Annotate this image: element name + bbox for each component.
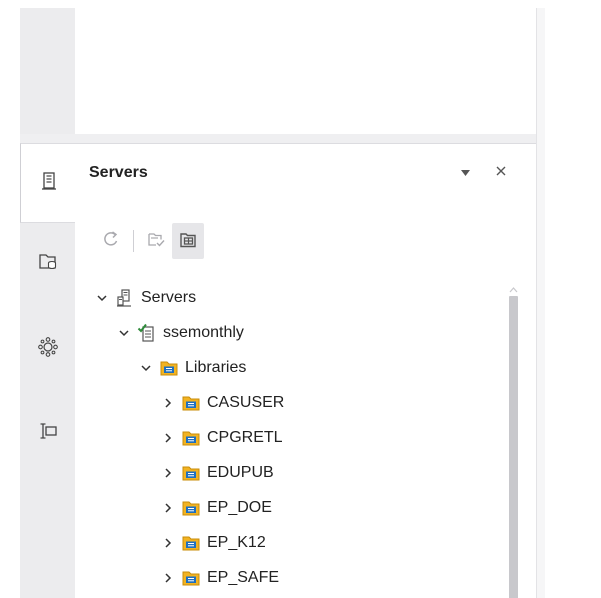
chevron-down-icon[interactable] bbox=[139, 361, 153, 375]
servers-toolbar bbox=[95, 223, 204, 259]
chevron-right-icon[interactable] bbox=[161, 571, 175, 585]
tree-node-library[interactable]: EP_K12 bbox=[161, 530, 266, 556]
chevron-down-icon[interactable] bbox=[95, 291, 109, 305]
close-icon bbox=[496, 163, 506, 181]
dropdown-triangle-icon bbox=[460, 164, 470, 182]
rail-tab-snippets[interactable] bbox=[20, 309, 75, 389]
tree-node-library[interactable]: EP_SAFE bbox=[161, 565, 279, 591]
refresh-icon bbox=[101, 229, 121, 254]
tree-node-library[interactable]: EP_DOE bbox=[161, 495, 272, 521]
servers-panel: Servers Servers ssemonthly Libraries CAS… bbox=[75, 143, 536, 598]
tree-label: ssemonthly bbox=[163, 324, 244, 341]
top-empty-panel bbox=[75, 8, 536, 134]
library-icon bbox=[181, 533, 201, 553]
sas-studio-window: Servers Servers ssemonthly Libraries CAS… bbox=[0, 0, 601, 598]
disconnect-button[interactable] bbox=[140, 223, 172, 259]
pane-splitter[interactable] bbox=[20, 134, 536, 143]
tree-label: EP_K12 bbox=[207, 534, 266, 551]
tree-label: EP_DOE bbox=[207, 499, 272, 516]
chevron-right-icon[interactable] bbox=[161, 536, 175, 550]
libraries-icon bbox=[159, 358, 179, 378]
right-pane-strip bbox=[537, 8, 545, 598]
panel-close-button[interactable] bbox=[493, 164, 509, 180]
chevron-right-icon[interactable] bbox=[161, 396, 175, 410]
tree-label: Libraries bbox=[185, 359, 247, 376]
toolbar-separator bbox=[133, 230, 134, 252]
rail-tab-servers[interactable] bbox=[20, 143, 76, 223]
tree-scrollbar-thumb[interactable] bbox=[509, 296, 518, 598]
chevron-right-icon[interactable] bbox=[161, 431, 175, 445]
library-properties-icon bbox=[178, 229, 198, 254]
tree-label: EDUPUB bbox=[207, 464, 274, 481]
tree-label: EP_SAFE bbox=[207, 569, 280, 586]
chevron-down-icon[interactable] bbox=[117, 326, 131, 340]
library-icon bbox=[181, 428, 201, 448]
library-icon bbox=[181, 498, 201, 518]
panel-title: Servers bbox=[89, 164, 148, 181]
tree-node-servers[interactable]: Servers bbox=[95, 285, 196, 311]
text-field-icon bbox=[37, 420, 59, 447]
servers-root-icon bbox=[115, 288, 135, 308]
disconnect-icon bbox=[146, 229, 166, 254]
server-icon bbox=[38, 170, 60, 197]
library-icon bbox=[181, 463, 201, 483]
library-properties-button[interactable] bbox=[172, 223, 204, 259]
tree-node-library[interactable]: CASUSER bbox=[161, 390, 284, 416]
library-folder-icon bbox=[37, 250, 59, 277]
top-sidebar-rail bbox=[20, 8, 75, 134]
navigation-rail bbox=[20, 143, 76, 598]
refresh-button[interactable] bbox=[95, 223, 127, 259]
library-icon bbox=[181, 393, 201, 413]
panel-menu-button[interactable] bbox=[458, 166, 472, 180]
rail-tab-libraries[interactable] bbox=[20, 223, 75, 303]
tree-node-server[interactable]: ssemonthly bbox=[117, 320, 244, 346]
library-icon bbox=[181, 568, 201, 588]
tree-label: CPGRETL bbox=[207, 429, 283, 446]
connected-server-icon bbox=[137, 323, 157, 343]
tree-node-library[interactable]: CPGRETL bbox=[161, 425, 283, 451]
scroll-up-arrow-icon[interactable] bbox=[509, 281, 518, 293]
rail-tab-tasks[interactable] bbox=[20, 393, 75, 473]
tree-label: CASUSER bbox=[207, 394, 285, 411]
tree-node-libraries[interactable]: Libraries bbox=[139, 355, 246, 381]
tree-node-library[interactable]: EDUPUB bbox=[161, 460, 274, 486]
tree-label: Servers bbox=[141, 289, 197, 306]
chevron-right-icon[interactable] bbox=[161, 501, 175, 515]
chevron-right-icon[interactable] bbox=[161, 466, 175, 480]
snippets-network-icon bbox=[37, 336, 59, 363]
